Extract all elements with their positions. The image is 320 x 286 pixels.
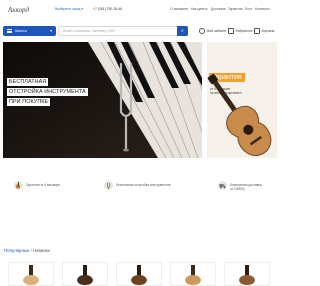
tab-popular[interactable]: Популярные [4, 248, 29, 253]
top-link-delivery[interactable]: Доставка [211, 7, 226, 11]
product-card[interactable] [224, 262, 270, 286]
user-icon [199, 28, 205, 35]
top-link-how-to-buy[interactable]: Как купить [191, 7, 208, 11]
product-image [23, 265, 39, 285]
banner-line-1: БЕСПЛАТНАЯ [7, 78, 49, 86]
catalog-label: Каталог [15, 29, 28, 33]
chevron-down-icon: ▾ [49, 28, 52, 33]
guitar-icon [14, 181, 23, 190]
chevron-down-icon: ▾ [81, 7, 83, 11]
top-link-guarantee[interactable]: Гарантия [228, 7, 242, 11]
cart-link[interactable]: Корзина [254, 27, 274, 35]
product-image [185, 265, 201, 285]
cart-label: Корзина [261, 29, 275, 33]
top-link-blog[interactable]: Блог [245, 7, 252, 11]
site-logo[interactable]: Аккорд [8, 6, 29, 14]
search-button[interactable]: ⌕ [177, 26, 188, 36]
product-image [131, 265, 147, 285]
promo-banner-tuning[interactable]: БЕСПЛАТНАЯ ОТСТРОЙКА ИНСТРУМЕНТА ПРИ ПОК… [3, 42, 202, 158]
city-selector-label: Выберите город [55, 7, 81, 11]
product-card[interactable] [62, 262, 108, 286]
promo-banner-guarantee[interactable]: Гарантия от 6 месяцев на весь ассортимен… [207, 42, 277, 158]
city-selector[interactable]: Выберите город ▾ [55, 7, 83, 11]
heart-icon [228, 28, 234, 35]
top-link-about[interactable]: О магазине [170, 7, 188, 11]
account-link[interactable]: Мой кабинет [199, 27, 227, 35]
menu-icon [7, 29, 12, 34]
banner-line-3: ПРИ ПОКУПКЕ [7, 98, 51, 106]
feature-delivery-line-2: от 10000р [230, 187, 245, 191]
phone-link[interactable]: +7 (351) 750-26-46 [93, 7, 122, 11]
feature-delivery-text: Бесплатная доставка от 10000р [230, 183, 262, 191]
catalog-button[interactable]: Каталог ▾ [3, 26, 56, 36]
product-tabs: Популярные/Новинки [4, 248, 50, 253]
product-card[interactable] [170, 262, 216, 286]
product-image [77, 265, 93, 285]
banner-line-2: ОТСТРОЙКА ИНСТРУМЕНТА [7, 88, 88, 96]
account-label: Мой кабинет [206, 29, 227, 33]
tuning-icon [104, 181, 113, 190]
search-icon: ⌕ [181, 28, 184, 34]
acoustic-guitar-image [207, 73, 272, 156]
product-card[interactable] [116, 262, 162, 286]
tab-new[interactable]: Новинки [33, 248, 50, 253]
feature-guarantee-text: Гарантия от 6 месяцев [26, 183, 60, 187]
tab-separator: / [30, 248, 32, 253]
favorites-label: Избранное [235, 29, 253, 33]
top-link-contacts[interactable]: Контакты [255, 7, 270, 11]
delivery-icon [218, 181, 227, 190]
cart-icon [254, 28, 260, 35]
search-input[interactable]: Искать в магазине, например, ЕК57 [58, 26, 188, 36]
feature-tuning-text: Бесплатная отстройка инструментов [116, 183, 171, 187]
product-card[interactable] [8, 262, 54, 286]
product-image [239, 265, 255, 285]
favorites-link[interactable]: Избранное [228, 27, 253, 35]
search-placeholder: Искать в магазине, например, ЕК57 [63, 29, 116, 33]
